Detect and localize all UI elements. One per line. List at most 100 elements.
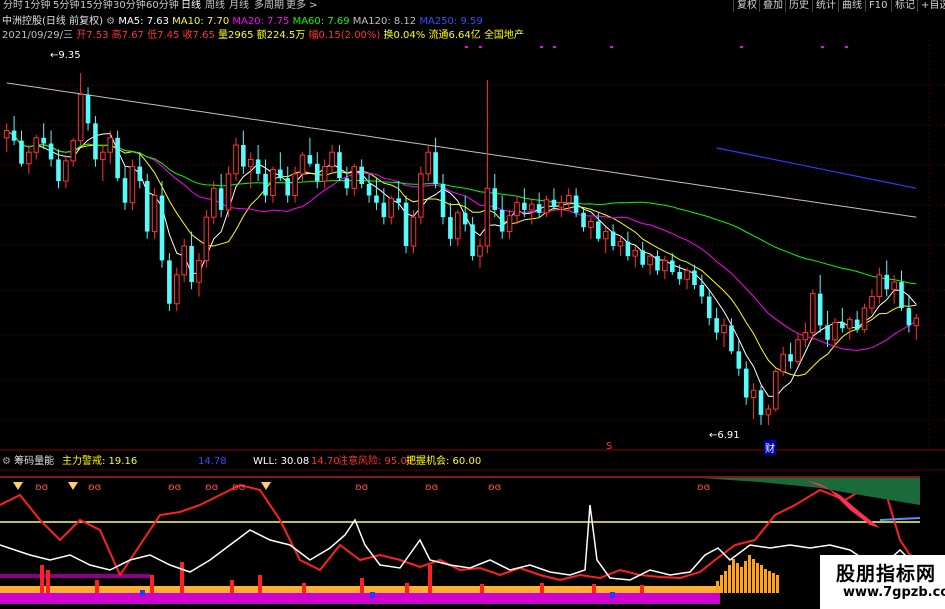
- candle-body: [285, 178, 291, 196]
- candle-body: [93, 123, 98, 160]
- candle-body: [388, 197, 395, 218]
- candle-body: [137, 166, 143, 182]
- candle-body: [77, 94, 84, 142]
- candle-body: [677, 271, 682, 280]
- blue-bar-1: [370, 592, 375, 598]
- butterfly-marker-9: ʚɞ: [425, 482, 438, 493]
- orange-bar-3: [728, 565, 731, 593]
- candle-body: [869, 296, 875, 309]
- low-price-annotation: ←6.91: [709, 430, 740, 441]
- candle-body: [33, 137, 40, 153]
- red-bar-12: [540, 583, 544, 593]
- candle-body: [906, 308, 912, 326]
- red-bar-2: [95, 580, 99, 593]
- candle-body: [773, 371, 779, 410]
- candle-body: [307, 155, 313, 164]
- candle-body: [41, 137, 46, 144]
- orange-bar-1: [720, 575, 723, 593]
- candle-body: [270, 169, 276, 196]
- marker-dot-4: [610, 46, 613, 48]
- cai-marker: 财: [764, 440, 776, 455]
- candle-body: [825, 325, 830, 340]
- butterfly-marker-3: ʚɞ: [88, 482, 101, 493]
- orange-bar-10: [756, 563, 759, 593]
- indicator-settings-icon[interactable]: ⚙: [2, 456, 11, 467]
- orange-bar-0: [716, 581, 719, 593]
- candle-body: [536, 204, 542, 213]
- candle-body: [876, 274, 883, 298]
- candle-body: [692, 270, 697, 285]
- candle-body: [122, 178, 128, 203]
- candle-body: [115, 137, 120, 179]
- candle-body: [817, 293, 823, 326]
- candle-body: [913, 317, 920, 326]
- candle-body: [551, 199, 557, 208]
- triangle-marker-2: [68, 482, 78, 490]
- candle-body: [70, 140, 77, 162]
- candle-body: [780, 353, 786, 373]
- red-bar-5: [230, 580, 234, 593]
- marker-dot-5: [740, 46, 743, 48]
- triangle-marker-7: [261, 482, 271, 490]
- ma5-line: [6, 130, 917, 398]
- candle-body: [492, 188, 498, 210]
- blue-bar-2: [610, 592, 615, 598]
- candle-body: [788, 354, 793, 362]
- butterfly-marker-10: ʚɞ: [488, 482, 501, 493]
- red-bar-11: [480, 584, 484, 593]
- indicator-label-line: ⚙ 筹码量能: [2, 455, 54, 469]
- ma10-line: [6, 130, 917, 377]
- indicator-value-2: 14.70: [311, 456, 340, 467]
- candle-body: [736, 351, 742, 369]
- green-band: [700, 478, 920, 505]
- orange-bar-9: [752, 559, 755, 593]
- candle-body: [809, 293, 816, 334]
- candle-body: [425, 151, 432, 175]
- candle-body: [278, 169, 283, 179]
- opportunity-label: 把握机会: 60.00: [406, 456, 482, 467]
- ma20-line: [6, 130, 917, 351]
- candle-body: [210, 187, 217, 218]
- orange-bar-12: [764, 569, 767, 593]
- candle-body: [167, 260, 172, 304]
- candle-body: [440, 183, 446, 218]
- candle-body: [247, 158, 254, 168]
- candle-body: [470, 224, 475, 257]
- candle-body: [448, 217, 453, 239]
- orange-bar-4: [732, 559, 735, 593]
- butterfly-marker-6: ʚɞ: [232, 482, 245, 493]
- orange-bar-15: [776, 575, 779, 593]
- candle-body: [840, 322, 845, 329]
- red-bar-3: [150, 575, 154, 593]
- candle-body: [522, 202, 527, 210]
- candle-body: [196, 259, 202, 283]
- candle-body: [846, 319, 853, 329]
- red-bar-9: [405, 583, 409, 593]
- candle-body: [263, 173, 268, 196]
- candle-body: [662, 259, 668, 272]
- candle-body: [359, 166, 364, 184]
- candle-body: [514, 202, 520, 217]
- candle-body: [596, 221, 601, 239]
- candle-body: [484, 187, 491, 247]
- candle-body: [884, 274, 890, 290]
- candle-body: [573, 195, 579, 213]
- watermark-url: www.7gpzb.com: [843, 585, 945, 600]
- candle-body: [315, 163, 320, 182]
- candle-body: [632, 249, 639, 257]
- candle-body: [462, 212, 468, 225]
- candle-body: [381, 202, 387, 218]
- candle-body: [241, 145, 246, 167]
- ma120-line: [6, 82, 917, 218]
- candle-body: [366, 183, 372, 196]
- red-bar-0: [40, 565, 44, 593]
- risk-label: 注意风险: 95.00: [338, 456, 414, 467]
- candle-body: [610, 231, 616, 246]
- candle-body: [56, 159, 61, 182]
- zhuli-label: 主力警戒: 19.16: [62, 456, 138, 467]
- candle-body: [144, 181, 150, 232]
- orange-bar-6: [740, 567, 743, 593]
- blue-segment: [879, 517, 921, 521]
- main-chart-svg: ʚɞ ʚɞ ʚɞ ʚɞ ʚɞ ʚɞ ʚɞ ʚɞ ʚɞ: [0, 40, 945, 604]
- candle-body: [151, 195, 158, 233]
